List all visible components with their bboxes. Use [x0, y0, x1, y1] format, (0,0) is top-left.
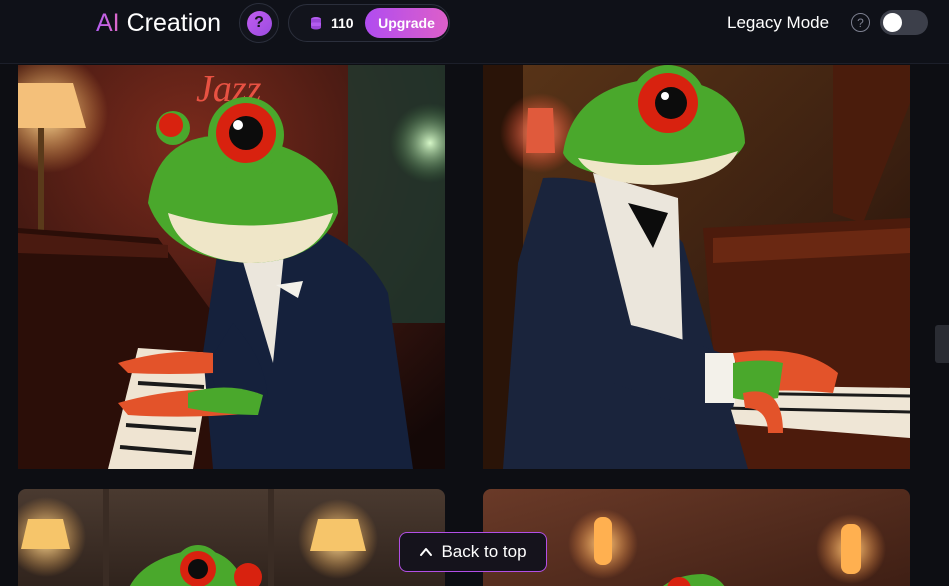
gallery-image-1[interactable]: Jazz: [18, 65, 445, 469]
frog-pianist-image-2: [483, 65, 910, 469]
frog-pianist-image-1: Jazz: [18, 65, 445, 469]
upgrade-button[interactable]: Upgrade: [365, 8, 448, 38]
frog-pianist-image-3: [18, 489, 445, 586]
image-gallery: Jazz: [0, 65, 949, 586]
legacy-mode-toggle[interactable]: [880, 10, 928, 35]
gallery-image-4[interactable]: [483, 489, 910, 586]
help-icon: ?: [246, 10, 272, 36]
scrollbar-thumb[interactable]: [935, 325, 949, 363]
back-to-top-label: Back to top: [441, 542, 527, 561]
frog-pianist-image-4: [483, 489, 910, 586]
question-circle-icon[interactable]: ?: [851, 13, 870, 32]
credits-pill: 110 Upgrade: [288, 4, 450, 42]
back-to-top-button[interactable]: Back to top: [399, 532, 547, 572]
legacy-mode-label: Legacy Mode: [727, 13, 830, 32]
toggle-knob: [883, 13, 902, 32]
app-title: AI Creation: [96, 8, 221, 38]
coin-stack-icon: [311, 17, 321, 30]
chevron-up-icon: [420, 548, 433, 556]
brand-creation: Creation: [119, 9, 222, 37]
brand-ai: AI: [96, 9, 120, 37]
top-bar: AI Creation ? 110 Upgrade Legacy Mode ?: [0, 0, 949, 64]
gallery-image-2[interactable]: [483, 65, 910, 469]
gallery-image-3[interactable]: [18, 489, 445, 586]
help-button[interactable]: ?: [239, 3, 279, 43]
credit-count: 110: [331, 15, 354, 31]
